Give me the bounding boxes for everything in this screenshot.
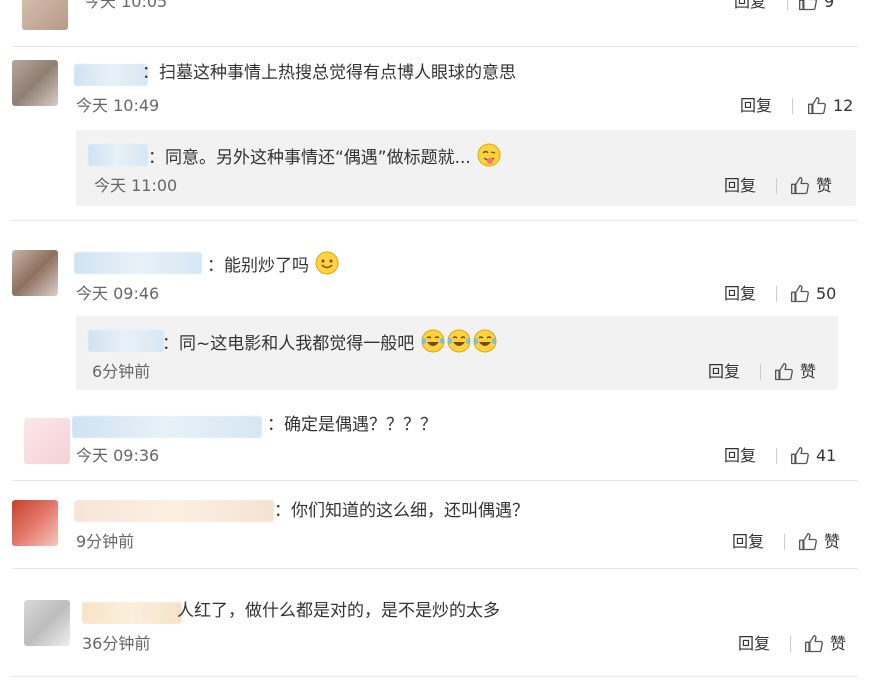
comment-time: 今天 09:36 [76, 446, 160, 465]
divider [792, 98, 793, 114]
reply-box: ：同~这电影和人我都觉得一般吧 6分钟前 回复 赞 [76, 316, 838, 390]
user-name[interactable] [74, 64, 148, 86]
comment-text-content: ：能别炒了吗 [207, 256, 309, 276]
thumbs-up-icon [807, 96, 827, 116]
like-button[interactable]: 50 [790, 284, 836, 304]
like-label: 赞 [830, 634, 847, 653]
comment-time: 今天 10:49 [76, 96, 160, 115]
like-button[interactable]: 41 [790, 446, 836, 466]
like-button[interactable]: 12 [807, 96, 853, 116]
like-count: 50 [816, 284, 837, 303]
comment-card: ：扫墓这种事情上热搜总觉得有点博人眼球的意思 今天 10:49 回复 12 ：同… [12, 50, 858, 221]
reply-text: ：同意。另外这种事情还“偶遇”做标题就... [148, 142, 502, 174]
user-name[interactable] [82, 602, 182, 624]
reply-button[interactable]: 回复 [732, 532, 764, 552]
comment-card: 人红了，做什么都是对的，是不是炒的太多 36分钟前 回复 赞 [12, 584, 858, 677]
reply-time: 6分钟前 [92, 362, 151, 381]
reply-button[interactable]: 回复 [740, 96, 772, 116]
user-name[interactable] [74, 500, 274, 522]
comment-time: 今天 10:05 [84, 0, 168, 11]
reply-text: ：同~这电影和人我都觉得一般吧 [162, 328, 498, 360]
avatar[interactable] [24, 600, 70, 646]
avatar[interactable] [12, 60, 58, 106]
comment-card: ：确定是偶遇？？？？ 今天 09:36 回复 41 [12, 404, 858, 481]
comment-time: 今天 09:46 [76, 284, 160, 303]
avatar[interactable] [24, 418, 70, 464]
comment-time: 36分钟前 [82, 634, 151, 653]
like-button[interactable]: 赞 [774, 362, 816, 382]
reply-button[interactable]: 回复 [708, 362, 740, 382]
divider [776, 286, 777, 302]
comment-time: 9分钟前 [76, 532, 135, 551]
user-name[interactable] [72, 416, 262, 438]
reply-button[interactable]: 回复 [724, 176, 756, 196]
comment-card: ：你们知道的这么细，还叫偶遇？ 9分钟前 回复 赞 [12, 490, 858, 569]
reply-button[interactable]: 回复 [724, 446, 756, 466]
like-label: 赞 [816, 176, 833, 195]
reply-button[interactable]: 回复 [738, 634, 770, 654]
thumbs-up-icon [798, 532, 818, 552]
divider [760, 364, 761, 380]
reply-button[interactable]: 回复 [734, 0, 766, 12]
reply-text-content: ：同意。另外这种事情还“偶遇”做标题就... [148, 148, 471, 168]
user-name[interactable] [74, 252, 202, 274]
thumbs-up-icon [790, 446, 810, 466]
smile-emoji [314, 250, 340, 282]
like-count: 12 [833, 96, 854, 115]
comment-text: ：你们知道的这么细，还叫偶遇？ [274, 501, 529, 521]
like-label: 赞 [824, 532, 841, 551]
thumbs-up-icon [790, 176, 810, 196]
divider [790, 636, 791, 652]
comment-text: 人红了，做什么都是对的，是不是炒的太多 [177, 601, 500, 621]
like-button[interactable]: 赞 [798, 532, 840, 552]
thumbs-up-icon [798, 0, 818, 12]
comment-card: ：能别炒了吗 今天 09:46 回复 50 ：同~这电影和人我都觉得一般吧 6分… [12, 236, 858, 405]
like-button[interactable]: 赞 [790, 176, 832, 196]
thumbs-up-icon [774, 362, 794, 382]
comment-text: ：能别炒了吗 [207, 250, 340, 282]
avatar[interactable] [22, 0, 68, 30]
divider [784, 534, 785, 550]
divider [776, 448, 777, 464]
comment-text: ：扫墓这种事情上热搜总觉得有点博人眼球的意思 [142, 63, 516, 83]
avatar[interactable] [12, 500, 58, 546]
reply-user-name[interactable] [88, 144, 148, 166]
laugh-cry-emoji [420, 328, 498, 360]
divider [787, 0, 788, 10]
like-button[interactable]: 赞 [804, 634, 846, 654]
like-count: 9 [824, 0, 835, 11]
thumbs-up-icon [804, 634, 824, 654]
reply-button[interactable]: 回复 [724, 284, 756, 304]
like-count: 41 [816, 446, 837, 465]
like-label: 赞 [800, 362, 817, 381]
reply-user-name[interactable] [88, 330, 164, 352]
like-button[interactable]: 9 [798, 0, 834, 12]
reply-text-content: ：同~这电影和人我都觉得一般吧 [162, 334, 415, 354]
avatar[interactable] [12, 250, 58, 296]
comment-text: ：确定是偶遇？？？？ [267, 415, 437, 435]
divider [776, 178, 777, 194]
comment-card-top: 今天 10:05 回复 9 [12, 0, 858, 47]
reply-time: 今天 11:00 [94, 176, 178, 195]
thumbs-up-icon [790, 284, 810, 304]
tongue-emoji [476, 142, 502, 174]
reply-box: ：同意。另外这种事情还“偶遇”做标题就... 今天 11:00 回复 赞 [76, 130, 856, 206]
